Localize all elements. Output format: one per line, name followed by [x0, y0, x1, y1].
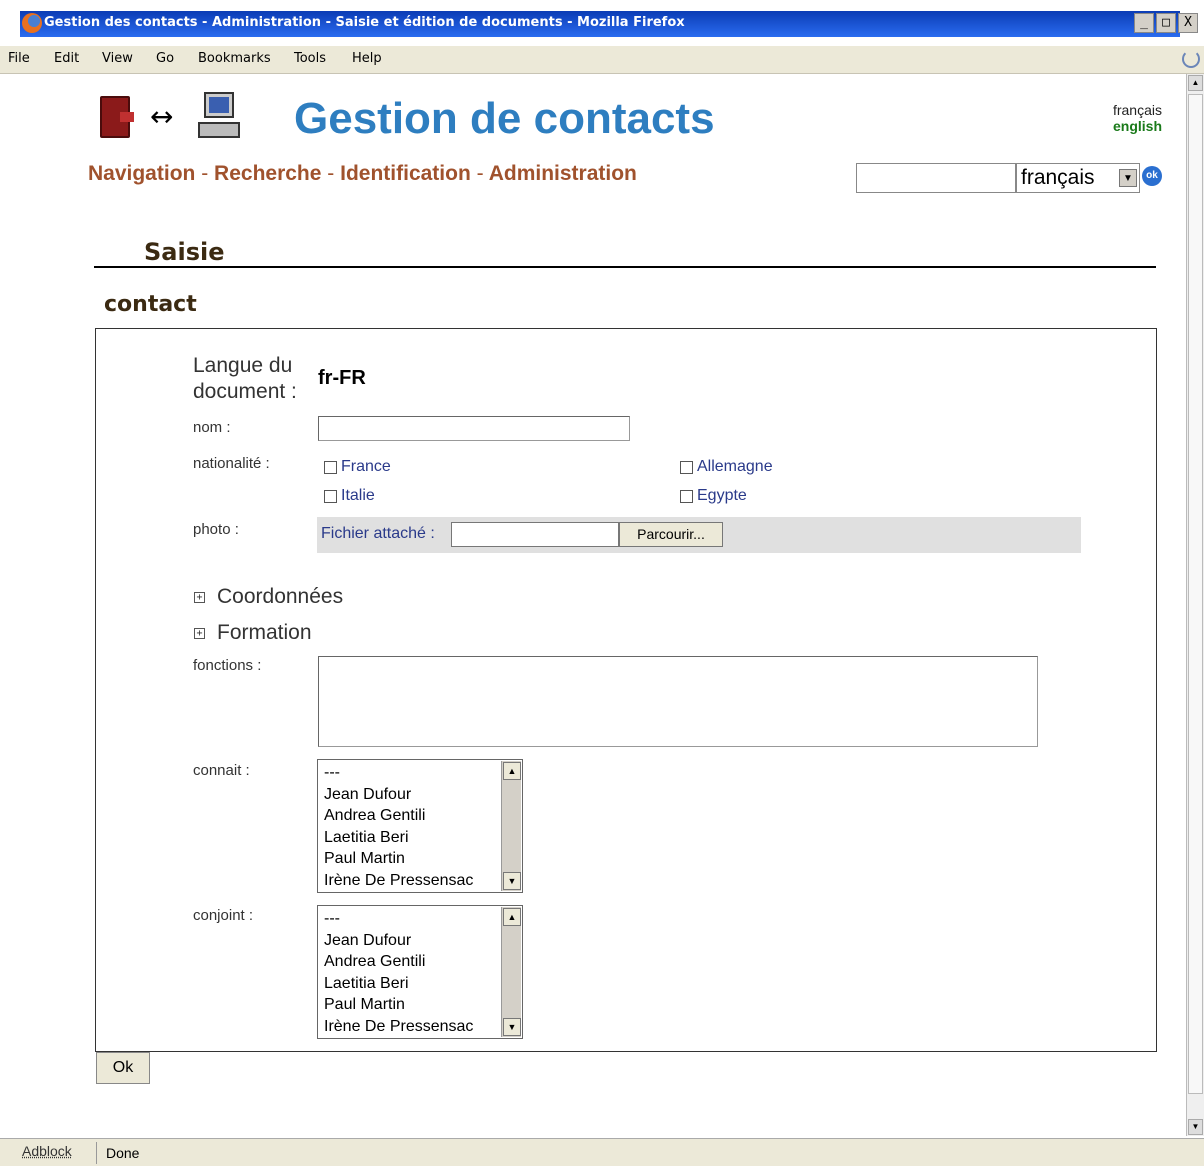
checkbox-italie[interactable]: Italie [324, 487, 375, 505]
address-book-icon [100, 96, 134, 138]
scroll-down-icon[interactable]: ▼ [503, 872, 521, 890]
listbox-scrollbar[interactable]: ▲ ▼ [501, 761, 521, 891]
nav-administration[interactable]: Administration [489, 162, 637, 185]
nom-input[interactable] [318, 416, 630, 441]
menu-go[interactable]: Go [156, 51, 174, 66]
connait-listbox[interactable]: --- Jean Dufour Andrea Gentili Laetitia … [317, 759, 523, 893]
contact-form: Langue du document : fr-FR nom : nationa… [95, 328, 1157, 1052]
list-item[interactable]: --- [324, 762, 473, 784]
conjoint-label: conjoint : [193, 907, 254, 924]
search-input[interactable] [856, 163, 1016, 193]
menu-tools[interactable]: Tools [294, 51, 326, 66]
listbox-scrollbar[interactable]: ▲ ▼ [501, 907, 521, 1037]
scrollbar-thumb[interactable] [1188, 94, 1203, 1094]
list-item[interactable]: Irène De Pressensac [324, 1016, 473, 1038]
maximize-button[interactable]: □ [1156, 13, 1176, 33]
expand-plus-icon[interactable]: + [194, 627, 205, 639]
list-item[interactable]: Jean Dufour [324, 930, 473, 952]
checkbox-france[interactable]: France [324, 458, 391, 476]
window-title: Gestion des contacts - Administration - … [44, 15, 685, 30]
site-title: Gestion de contacts [294, 94, 715, 143]
fonctions-textarea[interactable] [318, 656, 1038, 747]
list-item[interactable]: --- [324, 908, 473, 930]
site-logo: ↔ [100, 92, 260, 144]
titlebar-background: Gestion des contacts - Administration - … [20, 11, 1180, 37]
section-divider [94, 266, 1156, 268]
list-item[interactable]: Irène De Pressensac [324, 870, 473, 892]
file-upload: Fichier attaché : Parcourir... [317, 517, 1081, 553]
file-label: Fichier attaché : [321, 525, 435, 542]
connait-label: connait : [193, 762, 250, 779]
menu-bar: File Edit View Go Bookmarks Tools Help [0, 46, 1204, 74]
adblock-link[interactable]: Adblock [22, 1143, 72, 1159]
list-item[interactable]: Paul Martin [324, 848, 473, 870]
language-links: français english [1113, 102, 1162, 134]
main-nav: Navigation - Recherche - Identification … [88, 162, 637, 185]
close-button[interactable]: X [1178, 13, 1198, 33]
checkbox-allemagne[interactable]: Allemagne [680, 458, 773, 476]
firefox-icon [22, 13, 42, 33]
checkbox-egypte[interactable]: Egypte [680, 487, 747, 505]
nav-identification[interactable]: Identification [340, 162, 471, 185]
menu-help[interactable]: Help [352, 51, 382, 66]
menu-view[interactable]: View [102, 51, 133, 66]
minimize-button[interactable]: _ [1134, 13, 1154, 33]
nationalite-label: nationalité : [193, 455, 270, 472]
search-language-value: français [1021, 166, 1095, 189]
double-arrow-icon: ↔ [150, 100, 174, 133]
scroll-up-icon[interactable]: ▲ [503, 908, 521, 926]
nav-recherche[interactable]: Recherche [214, 162, 321, 185]
expander-formation[interactable]: + Formation [194, 621, 312, 645]
chevron-down-icon[interactable]: ▼ [1119, 169, 1137, 187]
status-divider [96, 1142, 97, 1164]
status-bar: Adblock Done [0, 1138, 1204, 1166]
scroll-up-icon[interactable]: ▲ [1188, 75, 1203, 91]
throbber-icon [1182, 50, 1200, 68]
list-item[interactable]: Andrea Gentili [324, 805, 473, 827]
window-titlebar: Gestion des contacts - Administration - … [0, 0, 1204, 46]
menu-edit[interactable]: Edit [54, 51, 79, 66]
lang-link-francais[interactable]: français [1113, 102, 1162, 118]
expand-plus-icon[interactable]: + [194, 591, 205, 603]
list-item[interactable]: Jean Dufour [324, 784, 473, 806]
conjoint-listbox[interactable]: --- Jean Dufour Andrea Gentili Laetitia … [317, 905, 523, 1039]
connait-options[interactable]: --- Jean Dufour Andrea Gentili Laetitia … [324, 762, 473, 891]
list-item[interactable]: Andrea Gentili [324, 951, 473, 973]
page-scrollbar[interactable]: ▲ ▼ [1186, 74, 1204, 1136]
file-path-input[interactable] [451, 522, 619, 547]
menu-bookmarks[interactable]: Bookmarks [198, 51, 271, 66]
lang-link-english[interactable]: english [1113, 118, 1162, 134]
scroll-down-icon[interactable]: ▼ [503, 1018, 521, 1036]
photo-label: photo : [193, 521, 239, 538]
doc-language-label: Langue du document : [193, 354, 297, 403]
scroll-up-icon[interactable]: ▲ [503, 762, 521, 780]
expander-coordonnees[interactable]: + Coordonnées [194, 585, 343, 609]
section-title: Saisie [144, 238, 225, 266]
nav-navigation[interactable]: Navigation [88, 162, 195, 185]
nom-label: nom : [193, 419, 231, 436]
document-type-title: contact [104, 292, 197, 317]
menu-file[interactable]: File [8, 51, 30, 66]
submit-ok-button[interactable]: Ok [96, 1052, 150, 1084]
computer-icon [198, 92, 240, 142]
list-item[interactable]: Paul Martin [324, 994, 473, 1016]
search-ok-button[interactable]: ok [1142, 166, 1162, 186]
browse-button[interactable]: Parcourir... [619, 522, 723, 547]
list-item[interactable]: Laetitia Beri [324, 827, 473, 849]
fonctions-label: fonctions : [193, 657, 262, 674]
list-item[interactable]: Laetitia Beri [324, 973, 473, 995]
window-buttons: _ □ X [1134, 13, 1198, 33]
search-language-select[interactable]: français ▼ [1016, 163, 1140, 193]
status-text: Done [106, 1145, 140, 1161]
conjoint-options[interactable]: --- Jean Dufour Andrea Gentili Laetitia … [324, 908, 473, 1037]
doc-language-value: fr-FR [318, 367, 366, 389]
scroll-down-icon[interactable]: ▼ [1188, 1119, 1203, 1135]
page-content: ↔ Gestion de contacts français english N… [20, 74, 1184, 1136]
